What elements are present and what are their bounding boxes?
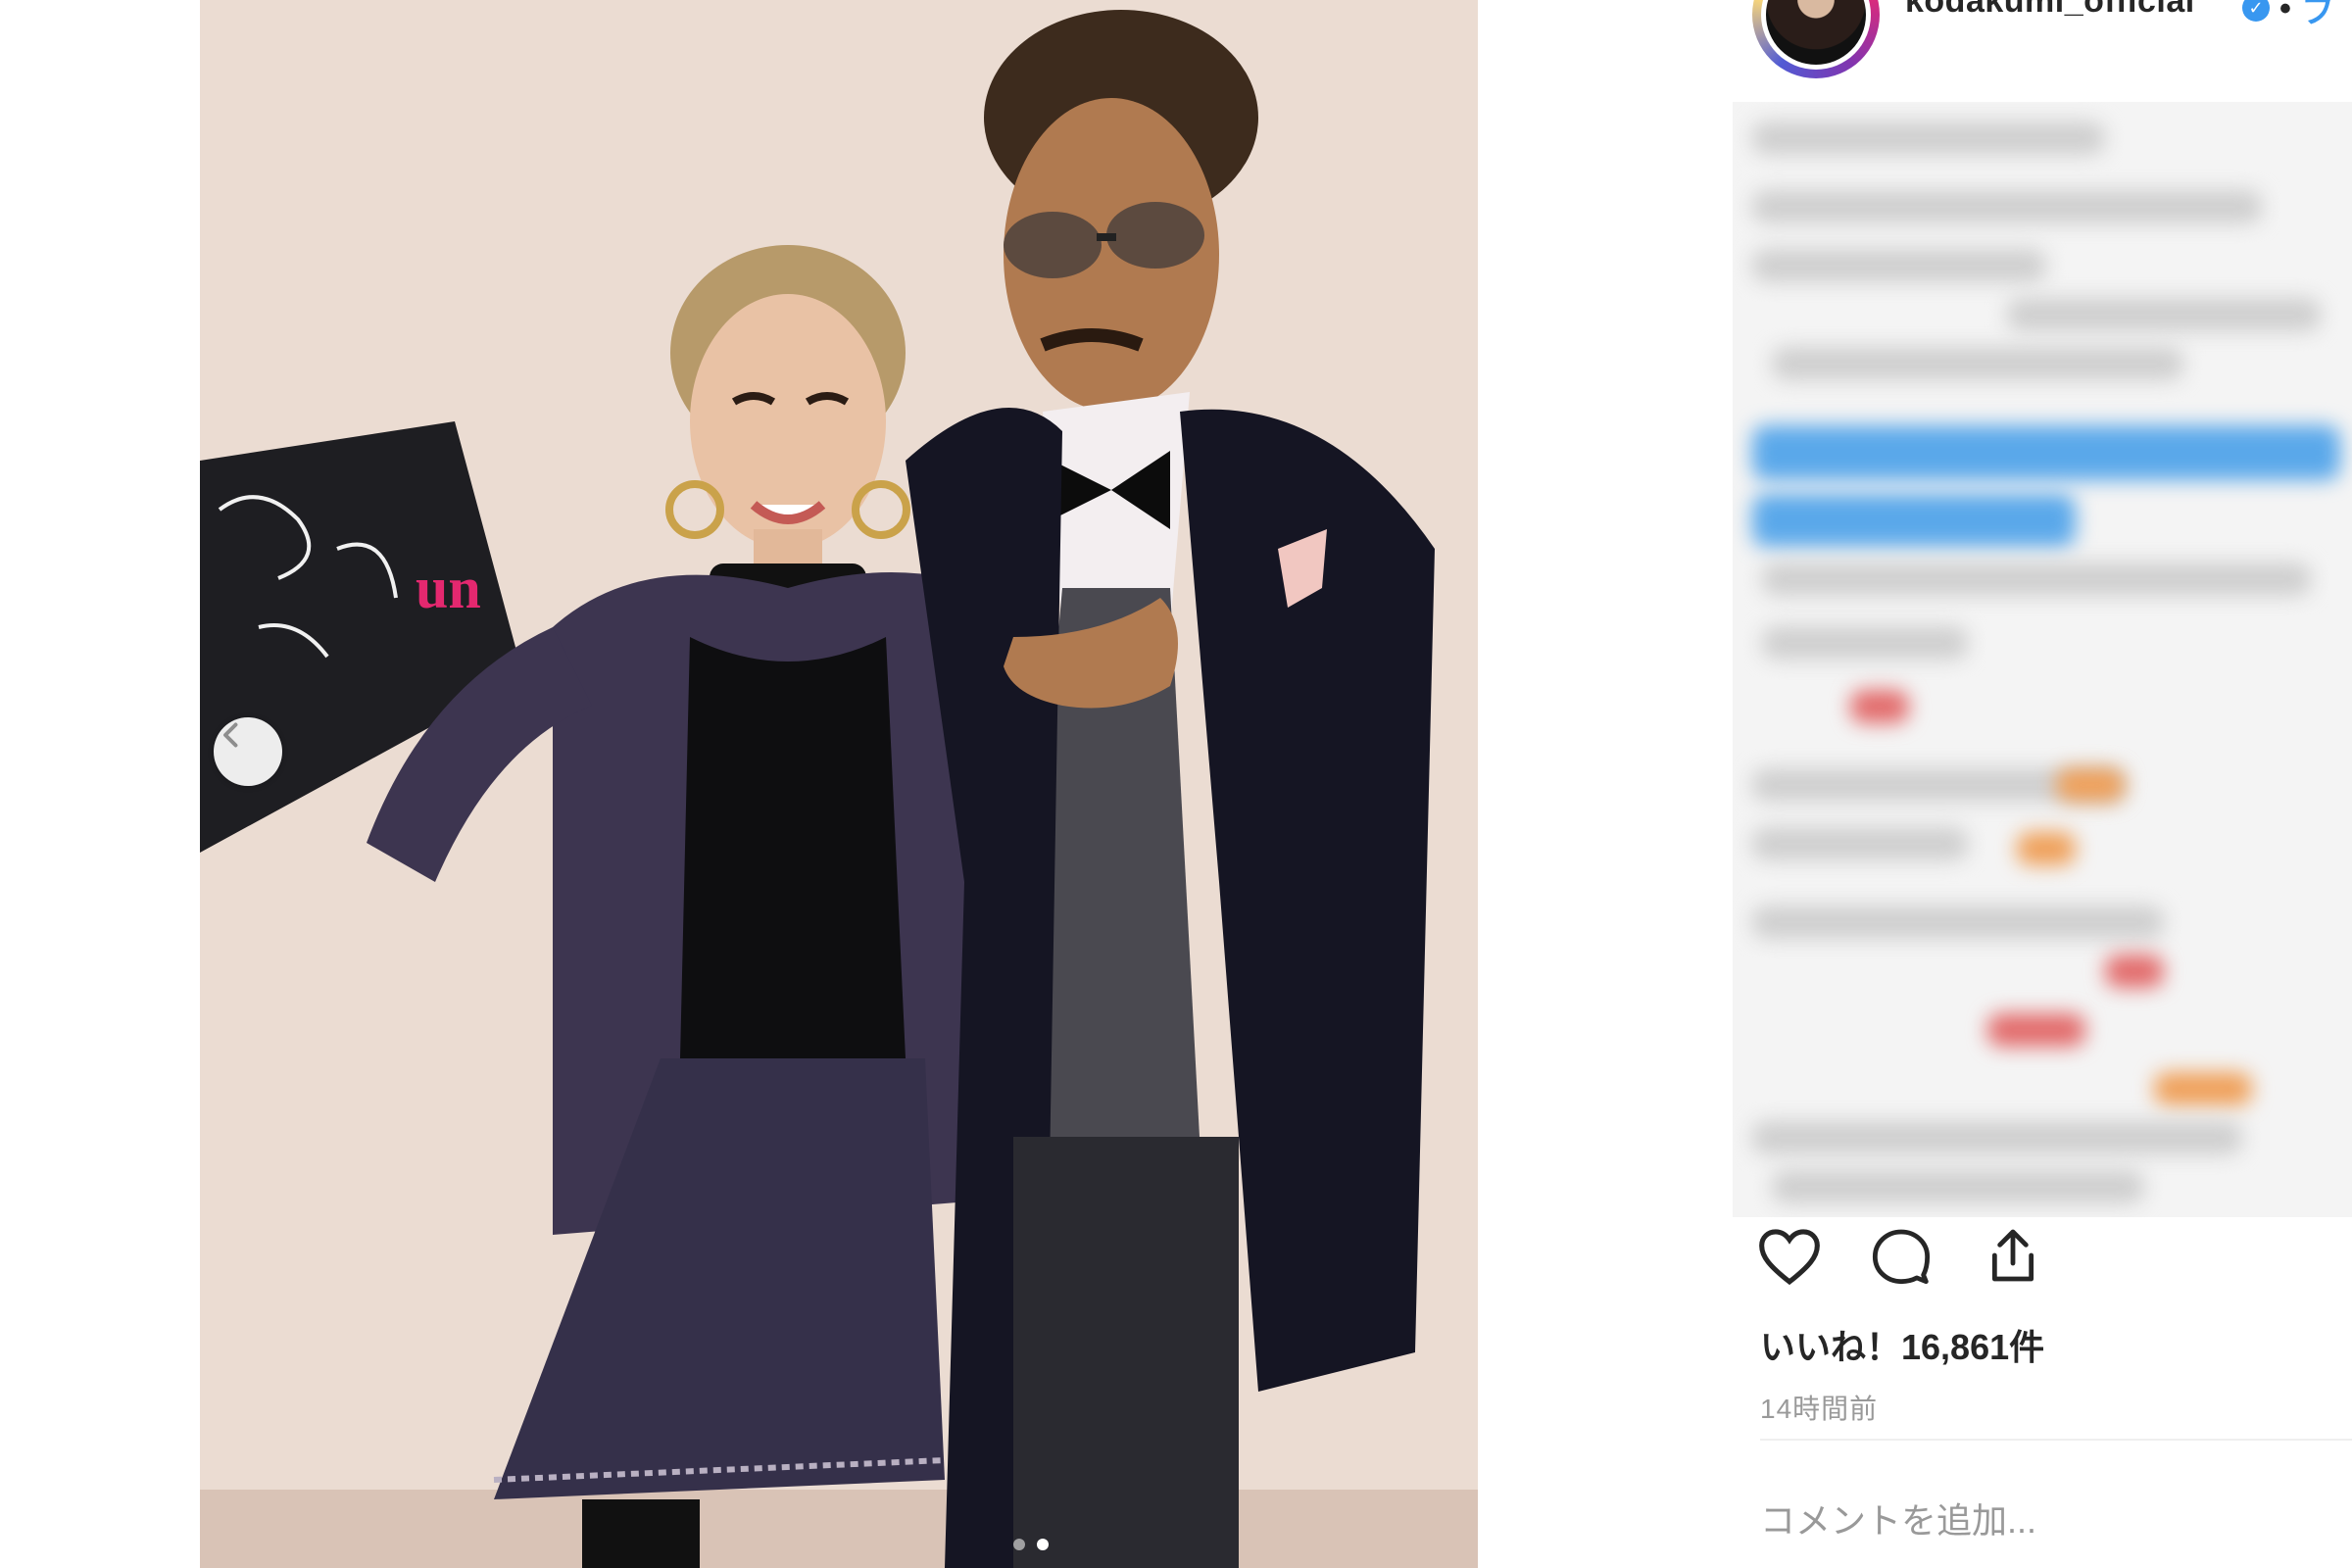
post-timestamp[interactable]: 14時間前 (1760, 1388, 1878, 1427)
carousel-dot (1013, 1539, 1025, 1550)
comment-button[interactable] (1866, 1223, 1936, 1292)
share-button[interactable] (1978, 1223, 2048, 1292)
avatar-image (1766, 0, 1866, 65)
divider (1760, 1439, 2352, 1441)
avatar[interactable] (1752, 0, 1880, 78)
comment-input[interactable] (1760, 1494, 2348, 1548)
post-photo[interactable]: un (200, 0, 1478, 1568)
photo-illustration: un (200, 0, 1478, 1568)
post-actions (1754, 1223, 2048, 1292)
like-button[interactable] (1754, 1223, 1825, 1292)
header-separator: • (2279, 0, 2291, 27)
username-link[interactable]: kodakumi_official (1905, 0, 2195, 21)
svg-text:un: un (416, 556, 481, 620)
comments-list-blurred (1733, 102, 2352, 1217)
share-icon (1982, 1223, 2044, 1293)
carousel-indicator (1013, 1539, 1049, 1550)
post-header: kodakumi_official ✓ • フ (1752, 0, 2352, 78)
likes-count[interactable]: いいね！16,861件 (1760, 1319, 2044, 1370)
heart-icon (1756, 1224, 1823, 1292)
carousel-prev-button[interactable] (214, 717, 282, 786)
comment-bubble-icon (1870, 1224, 1933, 1292)
verified-badge-icon: ✓ (2242, 0, 2270, 22)
follow-button[interactable]: フ (2301, 0, 2334, 32)
carousel-dot-active (1037, 1539, 1049, 1550)
